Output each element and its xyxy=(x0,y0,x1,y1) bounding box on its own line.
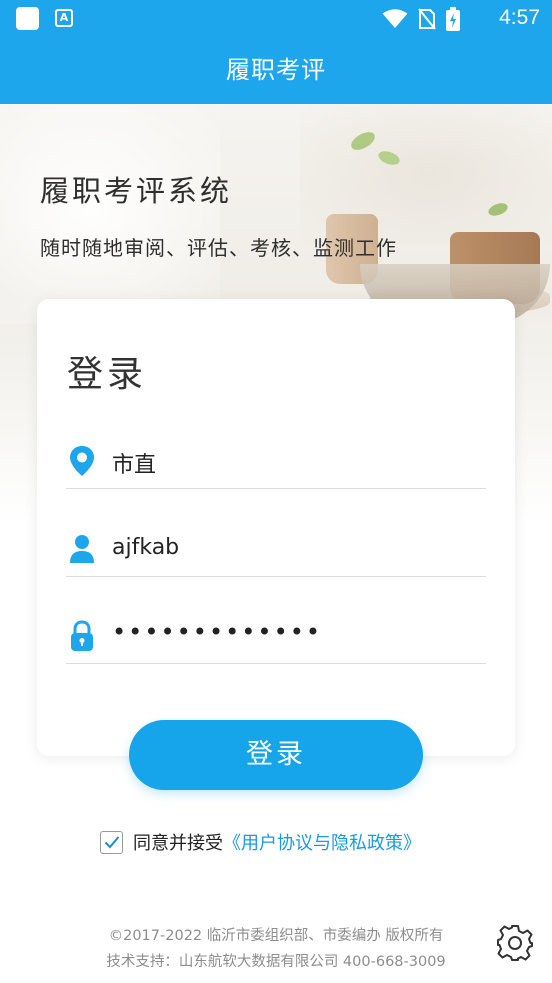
gear-icon[interactable] xyxy=(496,924,534,962)
password-value: ••••••••••••• xyxy=(112,618,323,646)
app-notification-icon: A xyxy=(55,9,73,27)
no-sim-icon xyxy=(418,8,436,30)
app-bar-title: 履职考评 xyxy=(226,56,326,84)
agreement-checkbox[interactable] xyxy=(100,830,123,854)
agreement-row: 同意并接受 《用户协议与隐私政策》 xyxy=(100,829,421,855)
location-pin-icon xyxy=(70,446,94,476)
lock-icon xyxy=(71,620,93,651)
privacy-policy-link[interactable]: 《用户协议与隐私政策》 xyxy=(223,829,421,855)
support-text: 技术支持：山东航软大数据有限公司 400-668-3009 xyxy=(106,954,446,970)
login-screen: A 4:57 履职考评 履职考评系统 随时随地审阅、评估、考核、监测工作 登录 … xyxy=(0,0,552,983)
battery-charging-icon xyxy=(446,7,460,31)
checkmark-icon xyxy=(104,836,119,849)
status-time: 4:57 xyxy=(499,6,540,29)
top-bar: A 4:57 履职考评 xyxy=(0,0,552,104)
system-subtitle: 随时随地审阅、评估、考核、监测工作 xyxy=(40,236,397,260)
status-bar: A 4:57 xyxy=(0,0,552,38)
copyright-text: ©2017-2022 临沂市委组织部、市委编办 版权所有 xyxy=(108,928,444,944)
username-field[interactable]: ajfkab xyxy=(66,517,486,577)
status-icons xyxy=(382,7,460,31)
password-field[interactable]: ••••••••••••• xyxy=(66,604,486,664)
login-button[interactable]: 登录 xyxy=(129,720,423,790)
agreement-text: 同意并接受 xyxy=(133,833,223,854)
username-value: ajfkab xyxy=(112,535,180,560)
square-icon xyxy=(16,7,39,30)
login-title: 登录 xyxy=(67,354,148,395)
user-icon xyxy=(70,535,94,563)
login-card: 登录 市直 ajfkab ••••••••••••• xyxy=(37,299,515,756)
system-title: 履职考评系统 xyxy=(40,174,233,208)
wifi-icon xyxy=(382,9,408,28)
region-field[interactable]: 市直 xyxy=(66,429,486,489)
region-value: 市直 xyxy=(112,453,157,478)
